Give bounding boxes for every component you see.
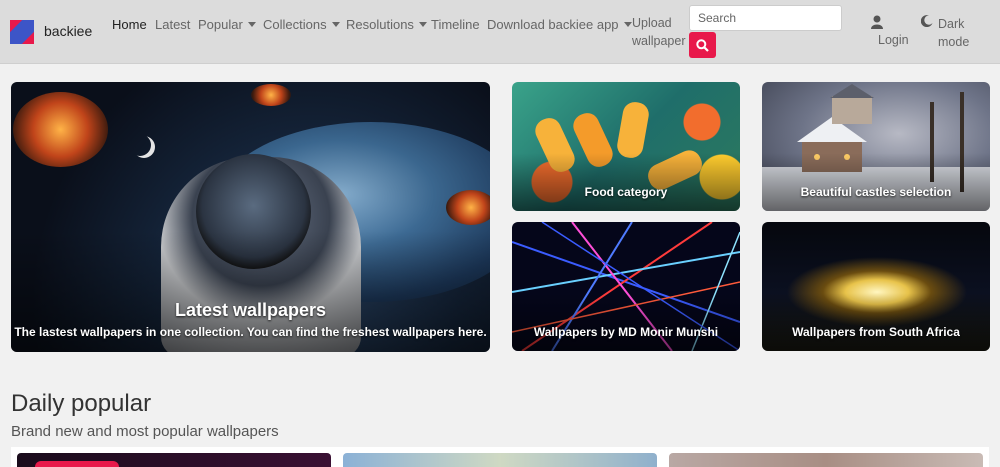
wallpaper-thumbnail[interactable] [669, 453, 983, 467]
thumbnail-badge [35, 461, 119, 467]
upload-wallpaper-link[interactable]: Upload wallpaper [632, 14, 692, 50]
login-link[interactable]: Login [878, 33, 909, 47]
nav-collections-label: Collections [263, 17, 327, 32]
collection-card-castles[interactable]: Beautiful castles selection [762, 82, 990, 211]
caret-down-icon [331, 22, 340, 28]
nav-popular-label: Popular [198, 17, 243, 32]
popsicle-illustration [615, 100, 651, 160]
nav-download-app-label: Download backiee app [487, 17, 619, 32]
nav-home[interactable]: Home [112, 16, 147, 34]
collection-card-md-monir-munshi[interactable]: Wallpapers by MD Monir Munshi [512, 222, 740, 351]
dark-mode-toggle[interactable]: Dark mode [921, 15, 981, 51]
nav-download-app[interactable]: Download backiee app [487, 16, 632, 34]
nav-timeline[interactable]: Timeline [431, 16, 480, 34]
meteor-illustration [13, 92, 108, 167]
wallpaper-thumbnail[interactable] [343, 453, 657, 467]
collection-card-food[interactable]: Food category [512, 82, 740, 211]
backiee-logo-icon[interactable] [10, 20, 34, 44]
hero-card-latest-wallpapers[interactable]: Latest wallpapers The lastest wallpapers… [11, 82, 490, 352]
card-gradient-overlay [762, 292, 990, 351]
section-subtitle-daily-popular: Brand new and most popular wallpapers [11, 423, 279, 440]
top-navbar: backiee Home Latest Popular Collections … [0, 0, 1000, 64]
hero-subtitle: The lastest wallpapers in one collection… [14, 325, 487, 339]
caret-down-icon [418, 22, 427, 28]
nav-collections[interactable]: Collections [263, 16, 340, 34]
nav-popular[interactable]: Popular [198, 16, 256, 34]
search-icon [696, 39, 709, 52]
search-input[interactable] [689, 5, 842, 31]
collection-label: Wallpapers by MD Monir Munshi [533, 325, 719, 339]
card-gradient-overlay [512, 292, 740, 351]
collection-label: Wallpapers from South Africa [792, 325, 960, 339]
card-gradient-overlay [512, 152, 740, 211]
hero-title: Latest wallpapers [174, 300, 327, 320]
collection-label: Beautiful castles selection [800, 185, 952, 199]
nav-resolutions[interactable]: Resolutions [346, 16, 427, 34]
meteor-illustration [446, 190, 490, 225]
card-gradient-overlay [762, 152, 990, 211]
nav-resolutions-label: Resolutions [346, 17, 414, 32]
nav-latest[interactable]: Latest [155, 16, 190, 34]
wallpaper-thumbnail[interactable] [17, 453, 331, 467]
collection-label: Food category [584, 185, 668, 199]
user-icon[interactable] [871, 15, 883, 29]
section-title-daily-popular: Daily popular [11, 390, 152, 417]
collection-card-south-africa[interactable]: Wallpapers from South Africa [762, 222, 990, 351]
caret-down-icon [247, 22, 256, 28]
meteor-illustration [251, 84, 291, 106]
moon-crescent-illustration [129, 134, 151, 156]
brand-name[interactable]: backiee [44, 23, 92, 39]
caret-down-icon [623, 22, 632, 28]
search-button[interactable] [689, 32, 716, 58]
